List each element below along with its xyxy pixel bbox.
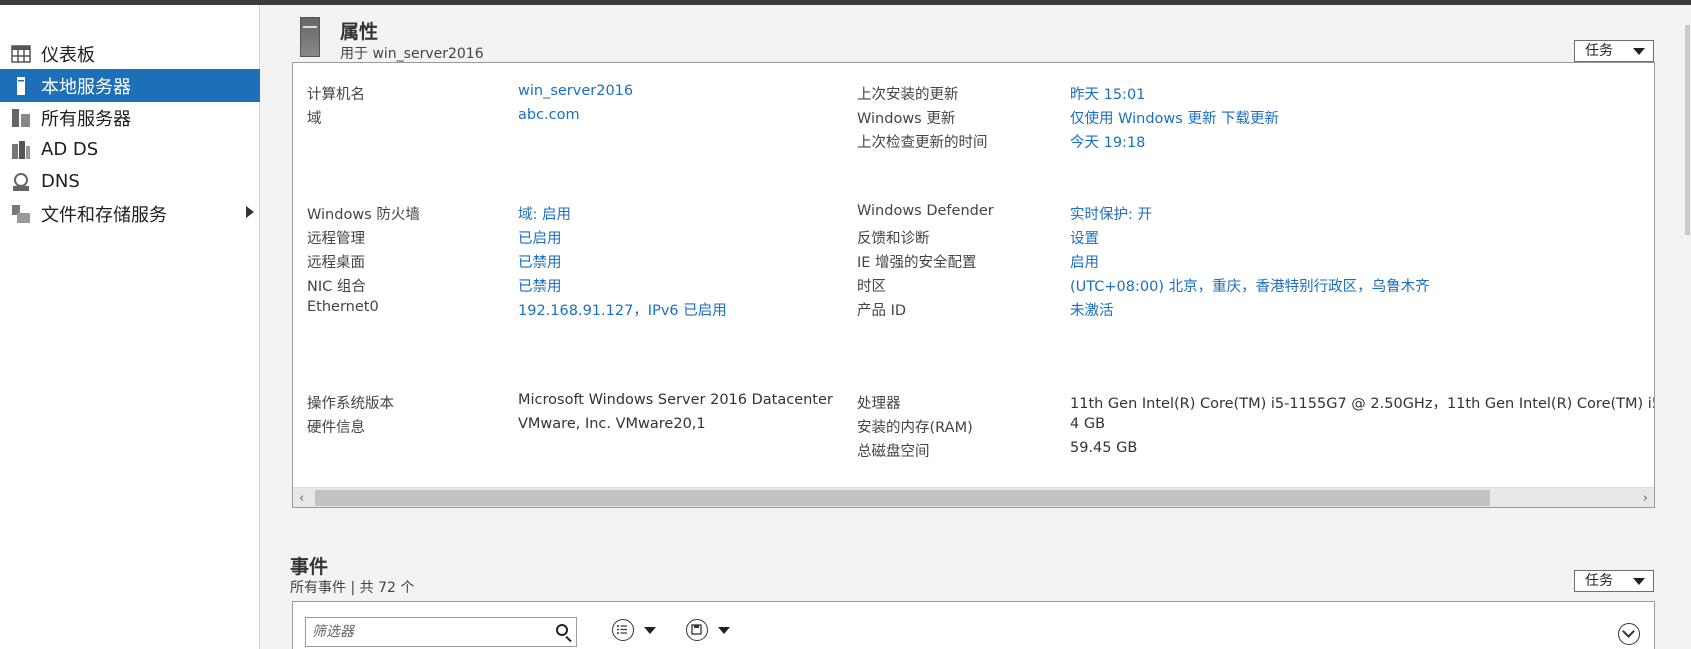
save-icon: [686, 619, 708, 641]
prop-label: NIC 组合: [307, 279, 366, 295]
expand-section-icon[interactable]: [1618, 623, 1640, 645]
chevron-down-icon: [644, 627, 656, 634]
server-icon: [11, 76, 31, 96]
list-icon: [612, 619, 634, 641]
scrollbar-thumb[interactable]: [315, 490, 1490, 506]
sidebar-item-label: 所有服务器: [41, 108, 131, 130]
chevron-down-icon: [1633, 48, 1645, 55]
tasks-label: 任务: [1585, 43, 1613, 59]
events-title: 事件: [290, 556, 329, 578]
properties-panel: 计算机名 win_server2016 域 abc.com Windows 防火…: [292, 62, 1655, 508]
ad-ds-icon: [11, 140, 31, 160]
sidebar-item-local-server[interactable]: 本地服务器: [0, 69, 260, 102]
chevron-left-icon[interactable]: ‹: [299, 491, 304, 506]
chevron-down-icon: [1633, 578, 1645, 585]
servers-icon: [11, 108, 31, 128]
remote-management-link[interactable]: 已启用: [518, 227, 562, 248]
file-storage-icon: [11, 204, 31, 224]
events-subtitle: 所有事件 | 共 72 个: [290, 580, 415, 596]
prop-label: Windows 更新: [857, 111, 956, 127]
horizontal-scrollbar[interactable]: ‹ ›: [293, 487, 1654, 507]
dashboard-icon: [11, 44, 31, 64]
sidebar-item-label: 文件和存储服务: [41, 204, 167, 226]
last-check-link[interactable]: 今天 19:18: [1070, 131, 1145, 152]
vertical-scrollbar[interactable]: [1684, 5, 1691, 649]
filter-input[interactable]: [306, 618, 536, 646]
ram-value: 4 GB: [1070, 416, 1106, 432]
chevron-right-icon[interactable]: ›: [1643, 491, 1648, 506]
processor-value: 11th Gen Intel(R) Core(TM) i5-1155G7 @ 2…: [1070, 396, 1654, 412]
prop-label: 操作系统版本: [307, 396, 394, 412]
prop-label: 域: [307, 111, 322, 127]
prop-label: 处理器: [857, 396, 901, 412]
os-version-value: Microsoft Windows Server 2016 Datacenter: [518, 392, 833, 408]
properties-title: 属性: [340, 21, 379, 43]
properties-tasks-button[interactable]: 任务: [1574, 40, 1654, 62]
sidebar-item-label: DNS: [41, 171, 80, 192]
prop-label: 上次安装的更新: [857, 87, 959, 103]
prop-label: 远程管理: [307, 231, 365, 247]
save-options-button[interactable]: [686, 619, 746, 645]
sidebar-item-file-storage[interactable]: 文件和存储服务: [0, 197, 260, 230]
disk-value: 59.45 GB: [1070, 440, 1138, 456]
product-id-link[interactable]: 未激活: [1070, 299, 1114, 320]
properties-subtitle: 用于 win_server2016: [340, 46, 484, 62]
prop-label: Windows Defender: [857, 203, 994, 219]
prop-label: 上次检查更新的时间: [857, 135, 988, 151]
firewall-link[interactable]: 域: 启用: [518, 203, 571, 224]
events-panel: [292, 601, 1655, 649]
sidebar-item-label: 仪表板: [41, 44, 95, 66]
dns-icon: [11, 172, 31, 192]
timezone-link[interactable]: (UTC+08:00) 北京，重庆，香港特别行政区，乌鲁木齐: [1070, 275, 1430, 296]
sidebar-item-all-servers[interactable]: 所有服务器: [0, 101, 260, 134]
defender-link[interactable]: 实时保护: 开: [1070, 203, 1152, 224]
chevron-down-icon: [718, 627, 730, 634]
prop-label: 安装的内存(RAM): [857, 420, 973, 436]
sidebar-item-label: 本地服务器: [41, 76, 131, 98]
prop-label: 总磁盘空间: [857, 444, 930, 460]
filter-box: [305, 617, 577, 647]
expand-arrow-icon[interactable]: [246, 206, 254, 218]
prop-label: 反馈和诊断: [857, 231, 930, 247]
prop-label: 时区: [857, 279, 886, 295]
hardware-value: VMware, Inc. VMware20,1: [518, 416, 706, 432]
nic-teaming-link[interactable]: 已禁用: [518, 275, 562, 296]
prop-label: 硬件信息: [307, 420, 365, 436]
sidebar: 仪表板 本地服务器 所有服务器 AD DS DNS 文件和存储服务: [0, 5, 260, 649]
domain-link[interactable]: abc.com: [518, 107, 580, 123]
ethernet-link[interactable]: 192.168.91.127，IPv6 已启用: [518, 299, 727, 320]
prop-label: 远程桌面: [307, 255, 365, 271]
windows-update-link[interactable]: 仅使用 Windows 更新 下载更新: [1070, 107, 1279, 128]
prop-label: Ethernet0: [307, 299, 379, 315]
server-icon: [300, 17, 320, 57]
list-options-button[interactable]: [612, 619, 672, 645]
events-tasks-button[interactable]: 任务: [1574, 570, 1654, 592]
prop-label: Windows 防火墙: [307, 207, 420, 223]
scrollbar-thumb[interactable]: [1685, 25, 1690, 235]
main-content: 属性 用于 win_server2016 任务 计算机名 win_server2…: [262, 5, 1691, 649]
last-update-link[interactable]: 昨天 15:01: [1070, 83, 1145, 104]
sidebar-item-dns[interactable]: DNS: [0, 165, 260, 198]
prop-label: 产品 ID: [857, 303, 907, 319]
sidebar-item-ad-ds[interactable]: AD DS: [0, 133, 260, 166]
computer-name-link[interactable]: win_server2016: [518, 83, 633, 99]
sidebar-item-dashboard[interactable]: 仪表板: [0, 37, 260, 70]
search-icon[interactable]: [556, 624, 568, 636]
prop-label: 计算机名: [307, 87, 365, 103]
remote-desktop-link[interactable]: 已禁用: [518, 251, 562, 272]
tasks-label: 任务: [1585, 573, 1613, 589]
sidebar-item-label: AD DS: [41, 139, 99, 160]
prop-label: IE 增强的安全配置: [857, 255, 977, 271]
ie-security-link[interactable]: 启用: [1070, 251, 1099, 272]
feedback-link[interactable]: 设置: [1070, 227, 1099, 248]
